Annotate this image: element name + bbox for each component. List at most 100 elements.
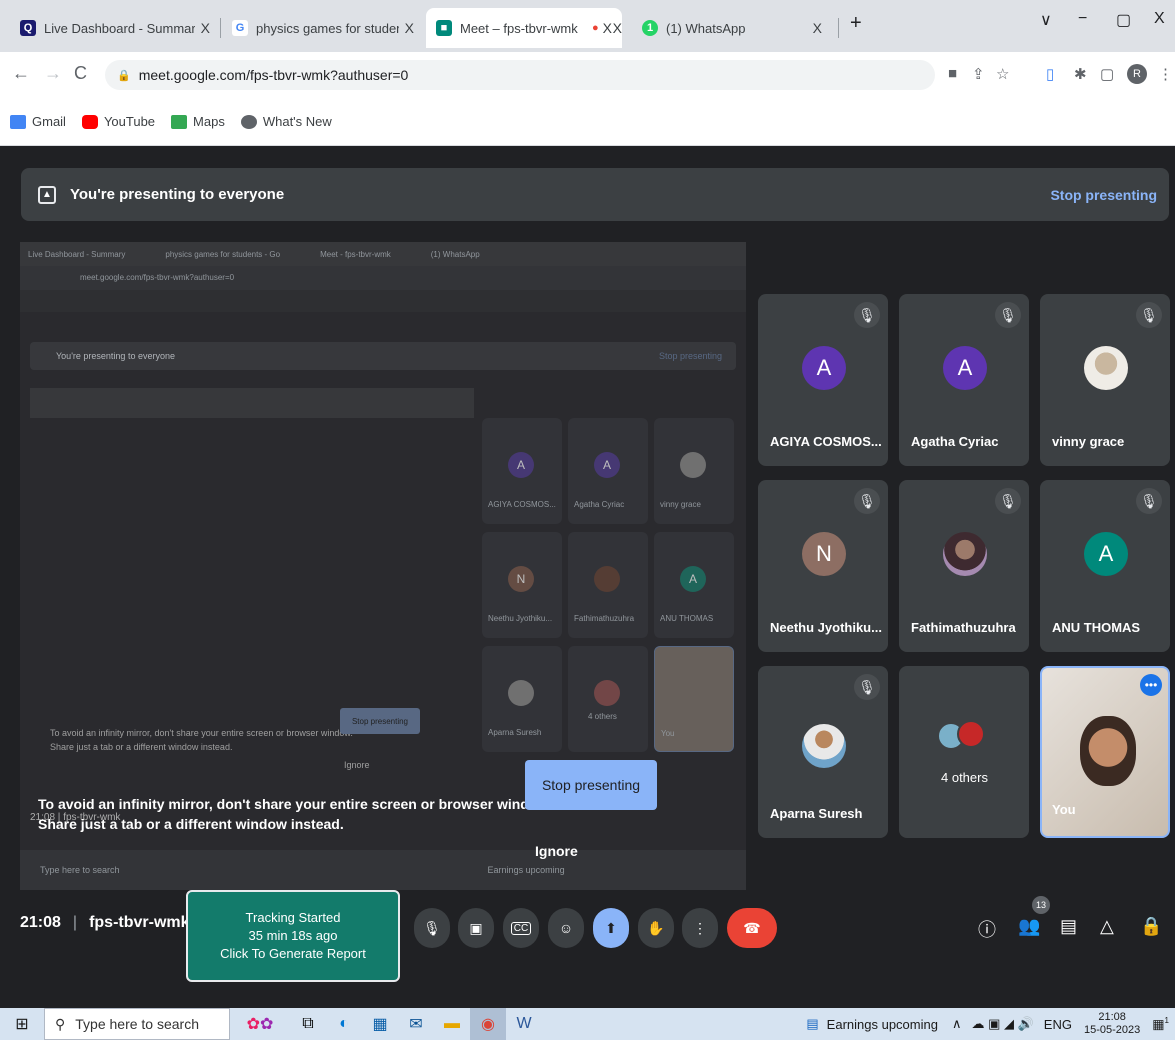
language-indicator[interactable]: ENG [1044,1017,1072,1032]
youtube-icon [81,114,98,129]
mic-off-icon: 🎙 [995,488,1021,514]
participant-tile[interactable]: 🎙 vinny grace [1040,294,1170,466]
more-options-button[interactable]: ⋮ [682,908,718,948]
browser-tab-strip: Q Live Dashboard - Summary X G physics g… [0,0,1175,52]
tracking-report-button[interactable]: Tracking Started 35 min 18s ago Click To… [186,890,400,982]
tray-icons[interactable]: ☁ ▣ ◢ 🔊 [971,1016,1033,1032]
tracking-line: Click To Generate Report [220,946,366,961]
participant-count-badge: 13 [1032,896,1050,914]
news-widget-icon: ▤ [806,1016,819,1031]
present-icon: ⬆ [605,919,617,936]
share-icon[interactable]: ⇪ [972,65,985,83]
news-text[interactable]: Earnings upcoming [827,1017,938,1032]
new-tab-button[interactable]: + [850,12,862,35]
self-view-tile[interactable]: ••• You [1040,666,1170,838]
close-tab-icon[interactable]: X [201,20,210,36]
menu-kebab-icon[interactable]: ⋮ [1158,65,1173,83]
maximize-button[interactable]: ▢ [1116,10,1131,30]
bookmark-star-icon[interactable]: ☆ [996,65,1009,83]
participant-name: ANU THOMAS [1052,620,1141,635]
notification-icon[interactable]: ▦1 [1152,1016,1169,1032]
tab-recording[interactable]: ● X [582,8,632,48]
chrome-taskbar-icon[interactable]: ◉ [470,1008,506,1040]
mirror-tile-name: You [661,729,675,738]
participant-name: vinny grace [1052,434,1125,449]
q-favicon-icon: Q [20,20,36,36]
docs-extension-icon[interactable]: ▯ [1046,65,1054,83]
mirror-address-bar: meet.google.com/fps-tbvr-wmk?authuser=0 [20,266,746,290]
participant-tile[interactable]: 🎙 A AGIYA COSMOS... [758,294,888,466]
chat-icon[interactable]: ▤ [1060,916,1077,937]
mirror-nested-frame [30,388,474,418]
tab-live-dashboard[interactable]: Q Live Dashboard - Summary X [10,8,220,48]
bookmark-label: Maps [193,114,225,129]
mic-button[interactable]: 🎙 [414,908,450,948]
present-button[interactable]: ⬆ [593,908,629,948]
close-tab-icon[interactable]: X [613,20,622,36]
camera-icon: ▣ [469,919,483,936]
participant-tile[interactable]: 🎙 Fathimathuzuhra [899,480,1029,652]
bookmark-label: YouTube [103,114,156,129]
close-tab-icon[interactable]: X [813,20,822,36]
tab-search-icon[interactable]: ∨ [1040,10,1052,30]
meet-stage: ▲ You're presenting to everyone Stop pre… [0,146,1175,1008]
lotus-widget-icon[interactable]: ✿ ✿ [230,1008,290,1040]
ignore-button[interactable]: Ignore [535,843,578,859]
file-explorer-icon[interactable]: ▬ [434,1008,470,1040]
store-icon[interactable]: ▦ [362,1008,398,1040]
tab-title: physics games for students - Goo [256,20,399,36]
participant-tile[interactable]: 🎙 N Neethu Jyothiku... [758,480,888,652]
activities-icon[interactable]: △ [1100,916,1114,937]
tray-chevron-icon[interactable]: ∧ [952,1016,962,1032]
participant-tile[interactable]: 🎙 A Agatha Cyriac [899,294,1029,466]
side-panel-icon[interactable]: ▢ [1100,65,1114,83]
divider: | [72,914,78,931]
extensions-puzzle-icon[interactable]: ✱ [1074,65,1087,83]
tab-whatsapp[interactable]: 1 (1) WhatsApp X [632,8,832,48]
meeting-details-icon[interactable]: ⓘ [978,916,996,942]
participant-tile[interactable]: 🎙 Aparna Suresh [758,666,888,838]
close-tab-icon[interactable]: X [405,20,414,36]
mirror-bookmarks [20,290,746,312]
others-tile[interactable]: 4 others [899,666,1029,838]
participant-photo [943,532,987,576]
more-options-icon[interactable]: ••• [1140,674,1162,696]
minimize-button[interactable]: − [1078,10,1087,28]
camera-icon[interactable]: ■ [948,65,957,82]
address-bar[interactable]: 🔒 meet.google.com/fps-tbvr-wmk?authuser=… [105,60,935,90]
bookmark-youtube[interactable]: YouTube [81,114,156,129]
clock[interactable]: 21:08 15-05-2023 [1084,1011,1140,1037]
google-favicon-icon: G [232,20,248,36]
bookmark-whats-new[interactable]: What's New [240,114,332,129]
bookmark-gmail[interactable]: Gmail [10,114,66,129]
edge-icon[interactable]: ◐ [326,1008,362,1040]
captions-button[interactable]: CC [503,908,539,948]
mirror-tab: (1) WhatsApp [430,249,480,259]
reload-icon[interactable]: C [74,63,87,84]
word-icon[interactable]: W [506,1008,542,1040]
close-window-button[interactable]: X [1154,10,1165,28]
back-arrow-icon[interactable]: ← [12,63,30,84]
stop-presenting-button[interactable]: Stop presenting [525,760,657,810]
forward-arrow-icon[interactable]: → [44,63,62,84]
tab-physics-games[interactable]: G physics games for students - Goo X [222,8,424,48]
raise-hand-button[interactable]: ✋ [638,908,674,948]
mirror-ignore: Ignore [344,760,370,770]
mirror-tile: A Agatha Cyriac [568,418,648,524]
windows-start-icon[interactable]: ⊞ [0,1008,44,1040]
participant-name: Fathimathuzuhra [911,620,1016,635]
banner-stop-presenting-button[interactable]: Stop presenting [1050,187,1157,203]
camera-button[interactable]: ▣ [458,908,494,948]
participant-tile[interactable]: 🎙 A ANU THOMAS [1040,480,1170,652]
reactions-button[interactable]: ☺ [548,908,584,948]
leave-call-button[interactable]: ☎ [727,908,777,948]
bookmark-maps[interactable]: Maps [171,114,225,129]
url-text: meet.google.com/fps-tbvr-wmk?authuser=0 [138,67,409,83]
mirror-tile-name: 4 others [588,712,617,721]
taskbar-search-box[interactable]: ⚲ Type here to search [44,1008,230,1040]
task-view-icon[interactable]: ⧉ [290,1008,326,1040]
mail-icon[interactable]: ✉ [398,1008,434,1040]
profile-avatar[interactable]: R [1127,64,1147,84]
people-icon[interactable]: 👥 [1018,916,1040,937]
host-controls-icon[interactable]: 🔒 [1140,916,1162,937]
